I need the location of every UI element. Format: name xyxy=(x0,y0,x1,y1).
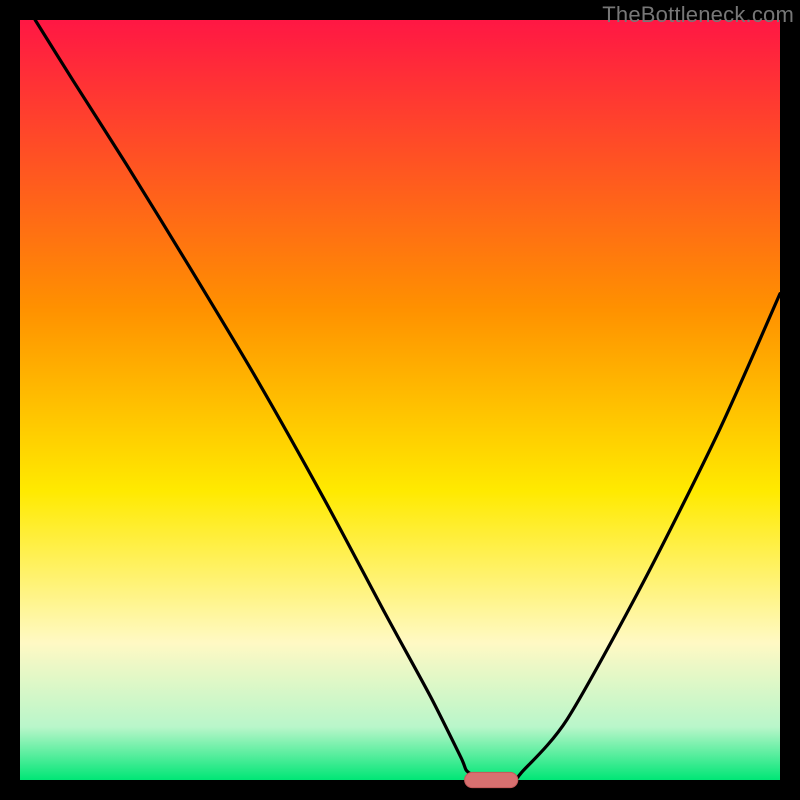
bottleneck-chart xyxy=(0,0,800,800)
plot-background xyxy=(20,20,780,780)
watermark-text: TheBottleneck.com xyxy=(602,2,794,28)
optimal-marker xyxy=(465,772,518,787)
chart-container: { "watermark": "TheBottleneck.com", "col… xyxy=(0,0,800,800)
